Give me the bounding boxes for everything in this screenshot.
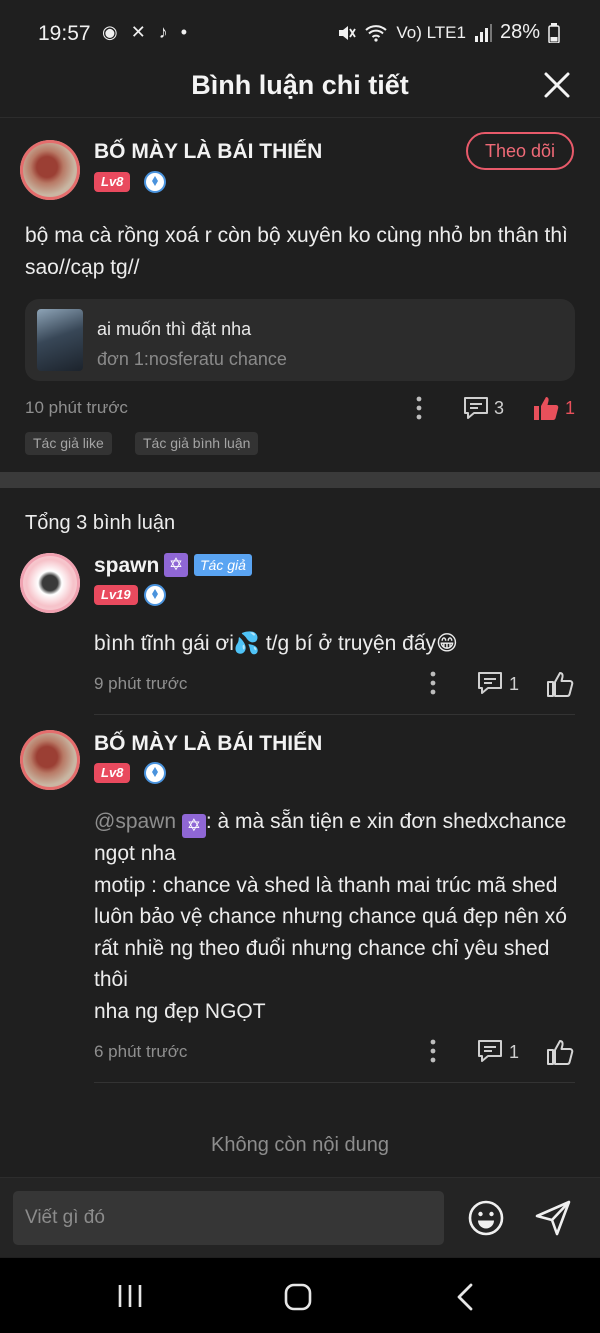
section-divider	[0, 472, 600, 488]
like-outline-icon[interactable]	[546, 1038, 574, 1066]
more-options-icon[interactable]	[409, 395, 429, 421]
star-of-david-icon: ✡	[164, 553, 188, 577]
author-tag-badge: Tác giả	[194, 554, 252, 576]
like-count: 1	[565, 398, 576, 418]
mention-link[interactable]: @spawn	[94, 810, 176, 833]
star-of-david-icon: ✡	[181, 814, 206, 838]
post-author-name[interactable]: BỐ MÀY LÀ BÁI THIẾN	[94, 140, 322, 164]
post-content: bộ ma cà rồng xoá r còn bộ xuyên ko cùng…	[25, 224, 568, 279]
verified-badge-icon	[144, 762, 166, 784]
story-title: ai muốn thì đặt nha	[97, 319, 252, 339]
home-icon[interactable]	[283, 1282, 313, 1312]
comment-count: 3	[494, 398, 505, 418]
close-icon[interactable]	[542, 70, 572, 100]
notification-icons: ◉ ✕ ♪ •	[102, 22, 192, 42]
system-nav-bar	[0, 1258, 600, 1333]
comment-author-avatar[interactable]	[20, 553, 80, 613]
comment-author-avatar[interactable]	[20, 730, 80, 790]
reply-icon[interactable]	[476, 670, 504, 696]
post-author-level: Lv8	[94, 172, 131, 192]
comment-icon[interactable]	[462, 395, 490, 421]
wifi-icon	[365, 24, 388, 42]
comment-input[interactable]	[13, 1191, 444, 1245]
send-icon[interactable]	[533, 1198, 573, 1238]
verified-badge-icon	[144, 171, 166, 193]
comment-text-last: nha ng đẹp NGỌT	[94, 999, 266, 1023]
reply-icon[interactable]	[476, 1038, 504, 1064]
comment-divider	[94, 1082, 575, 1083]
recent-apps-icon[interactable]	[116, 1282, 144, 1310]
like-filled-icon[interactable]	[532, 394, 560, 422]
reply-count: 1	[509, 674, 520, 694]
comment-time: 6 phút trước	[94, 1042, 188, 1061]
tag-author-like: Tác giả like	[25, 432, 112, 455]
comment-text: @spawn ✡: à mà sẵn tiện e xin đơn shedxc…	[94, 806, 579, 1027]
follow-button[interactable]: Theo dõi	[466, 132, 574, 170]
network-label: Vo) LTE1	[396, 22, 466, 42]
story-subtitle: đơn 1:nosferatu chance	[97, 349, 287, 369]
more-options-icon[interactable]	[423, 1038, 443, 1064]
status-bar: 19:57 ◉ ✕ ♪ • Vo) LTE1 28%	[0, 0, 600, 62]
post-time: 10 phút trước	[25, 398, 128, 417]
end-of-content: Không còn nội dung	[211, 1134, 389, 1156]
status-time: 19:57	[38, 22, 91, 45]
battery-percent: 28%	[499, 21, 540, 43]
comment-divider	[94, 714, 575, 715]
comment-text-rest: motip : chance và shed là thanh mai trúc…	[94, 873, 567, 992]
comment-author-name[interactable]: BỐ MÀY LÀ BÁI THIẾN	[94, 732, 322, 756]
tag-author-comment: Tác giả bình luận	[135, 432, 259, 455]
page-title: Bình luận chi tiết	[191, 70, 409, 100]
signal-icon	[474, 23, 492, 42]
status-right: Vo) LTE1 28%	[336, 21, 560, 44]
mute-icon	[339, 25, 357, 40]
story-card[interactable]: ai muốn thì đặt nha đơn 1:nosferatu chan…	[25, 299, 575, 381]
back-icon[interactable]	[454, 1282, 476, 1312]
comment-time: 9 phút trước	[94, 674, 188, 693]
more-options-icon[interactable]	[423, 670, 443, 696]
story-cover-image	[37, 309, 83, 371]
comment-author-name[interactable]: spawn	[94, 554, 159, 578]
emoji-icon[interactable]	[467, 1199, 505, 1237]
like-outline-icon[interactable]	[546, 670, 574, 698]
reply-count: 1	[509, 1042, 520, 1062]
post-author-avatar[interactable]	[20, 140, 80, 200]
comment-author-level: Lv8	[94, 763, 131, 783]
app-header: Bình luận chi tiết	[0, 62, 600, 118]
comment-text: bình tĩnh gái ơi💦 t/g bí ở truyện đấy😁	[94, 632, 458, 655]
comments-total: Tổng 3 bình luận	[25, 512, 176, 534]
battery-icon	[548, 22, 560, 43]
verified-badge-icon	[144, 584, 166, 606]
comment-input-bar	[0, 1177, 600, 1257]
comment-author-level: Lv19	[94, 585, 138, 605]
